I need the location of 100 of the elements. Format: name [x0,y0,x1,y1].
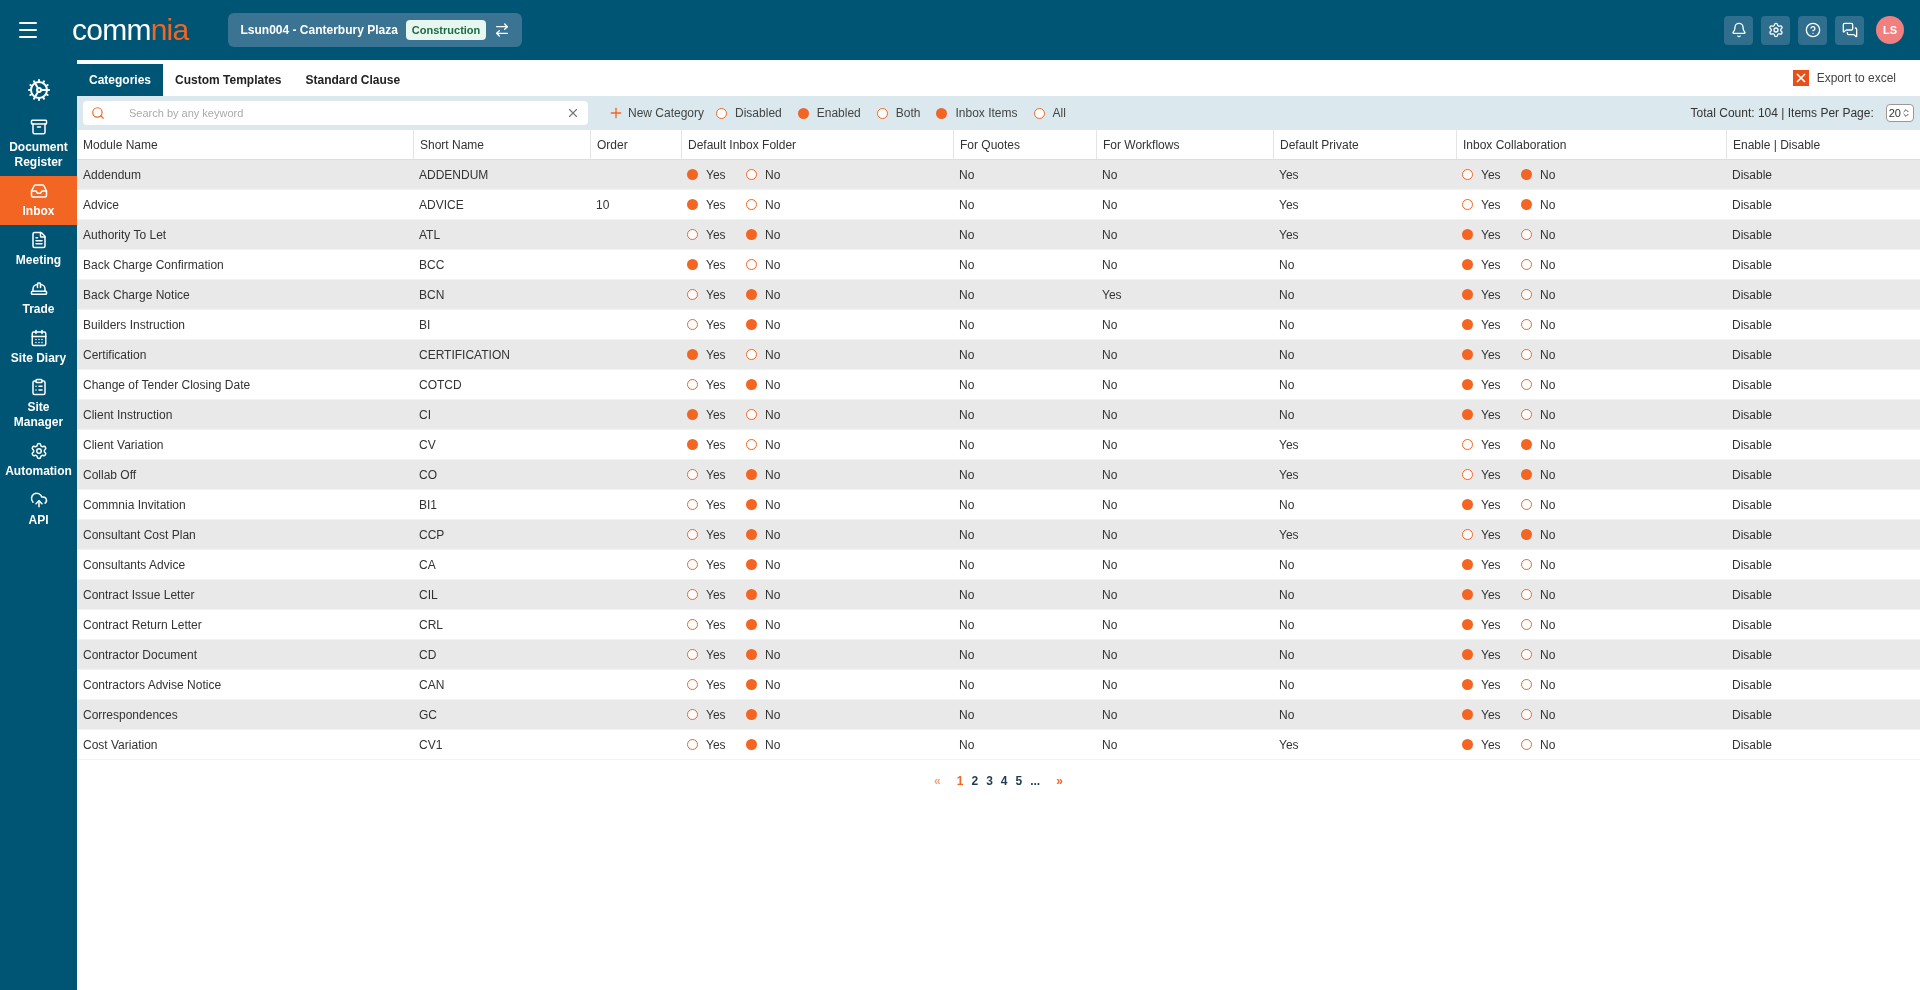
radio-button[interactable] [1521,409,1532,420]
export-button[interactable]: Export to excel [1792,69,1896,87]
sidebar-item[interactable]: Document Register [0,112,77,176]
sidebar-item[interactable]: API [0,485,77,534]
disable-link[interactable]: Disable [1732,555,1773,574]
notification-button[interactable] [1724,15,1753,45]
radio-button[interactable] [1521,349,1532,360]
radio-button[interactable] [746,739,757,750]
radio-button[interactable] [746,649,757,660]
radio-button[interactable] [1462,739,1473,750]
radio-button[interactable] [746,619,757,630]
radio-button[interactable] [876,107,888,119]
disable-link[interactable]: Disable [1732,285,1773,304]
radio-button[interactable] [1521,679,1532,690]
radio-button[interactable] [687,439,698,450]
radio-button[interactable] [1033,107,1045,119]
radio-button[interactable] [1521,229,1532,240]
radio-button[interactable] [1521,319,1532,330]
disable-link[interactable]: Disable [1732,195,1773,214]
radio-button[interactable] [746,169,757,180]
radio-button[interactable] [687,649,698,660]
settings-button[interactable] [1761,15,1790,45]
radio-button[interactable] [1462,619,1473,630]
radio-button[interactable] [1521,379,1532,390]
radio-button[interactable] [687,409,698,420]
radio-button[interactable] [716,107,728,119]
chat-button[interactable] [1835,15,1864,45]
radio-button[interactable] [1462,709,1473,720]
radio-button[interactable] [1521,619,1532,630]
radio-button[interactable] [1462,559,1473,570]
disable-link[interactable]: Disable [1732,705,1773,724]
radio-button[interactable] [1521,739,1532,750]
radio-button[interactable] [687,349,698,360]
radio-button[interactable] [1462,349,1473,360]
disable-link[interactable]: Disable [1732,225,1773,244]
radio-button[interactable] [746,199,757,210]
project-selector[interactable]: Lsun004 - Canterbury Plaza Construction [228,13,523,47]
radio-button[interactable] [687,499,698,510]
page-button[interactable]: 3 [986,772,993,790]
radio-button[interactable] [746,289,757,300]
radio-button[interactable] [746,709,757,720]
radio-button[interactable] [1521,439,1532,450]
radio-button[interactable] [1462,379,1473,390]
radio-button[interactable] [1462,169,1473,180]
radio-button[interactable] [746,589,757,600]
items-per-page-field[interactable]: 20 [1885,104,1914,122]
tab[interactable]: Standard Clause [293,64,413,96]
radio-button[interactable] [1521,469,1532,480]
radio-button[interactable] [687,229,698,240]
radio-button[interactable] [746,469,757,480]
radio-button[interactable] [746,379,757,390]
radio-button[interactable] [1462,589,1473,600]
radio-button[interactable] [1462,469,1473,480]
radio-button[interactable] [1521,289,1532,300]
radio-button[interactable] [746,679,757,690]
page-button[interactable]: 5 [1015,772,1023,790]
disable-link[interactable]: Disable [1732,645,1773,664]
radio-button[interactable] [1462,439,1473,450]
disable-link[interactable]: Disable [1732,615,1773,634]
radio-button[interactable] [797,107,809,119]
clear-icon[interactable] [566,106,580,120]
radio-button[interactable] [687,529,698,540]
radio-button[interactable] [687,379,698,390]
search-input[interactable]: Search by any keyword [129,104,566,122]
tab[interactable]: Custom Templates [163,64,294,96]
radio-button[interactable] [1462,319,1473,330]
radio-button[interactable] [1462,289,1473,300]
disable-link[interactable]: Disable [1732,465,1773,484]
radio-button[interactable] [1462,499,1473,510]
page-button[interactable]: 2 [971,772,979,790]
radio-button[interactable] [936,107,948,119]
radio-button[interactable] [746,349,757,360]
tab[interactable]: Categories [77,64,164,96]
radio-button[interactable] [1462,229,1473,240]
disable-link[interactable]: Disable [1732,495,1773,514]
radio-button[interactable] [1521,709,1532,720]
radio-button[interactable] [1462,199,1473,210]
radio-button[interactable] [746,259,757,270]
disable-link[interactable]: Disable [1732,735,1773,754]
page-button[interactable]: 4 [1000,772,1008,790]
radio-button[interactable] [687,319,698,330]
radio-button[interactable] [1521,169,1532,180]
disable-link[interactable]: Disable [1732,405,1773,424]
sidebar-item[interactable]: Site Manager [0,372,77,436]
radio-button[interactable] [1462,409,1473,420]
radio-button[interactable] [1521,529,1532,540]
disable-link[interactable]: Disable [1732,165,1773,184]
radio-button[interactable] [687,289,698,300]
sidebar-item[interactable]: Automation [0,436,77,485]
disable-link[interactable]: Disable [1732,345,1773,364]
radio-button[interactable] [746,229,757,240]
radio-button[interactable] [746,559,757,570]
help-button[interactable] [1798,15,1827,45]
radio-button[interactable] [687,169,698,180]
search-field[interactable]: Search by any keyword [83,101,588,125]
radio-button[interactable] [1521,199,1532,210]
radio-button[interactable] [1521,649,1532,660]
radio-button[interactable] [1521,589,1532,600]
disable-link[interactable]: Disable [1732,315,1773,334]
sidebar-item[interactable]: Meeting [0,225,77,274]
